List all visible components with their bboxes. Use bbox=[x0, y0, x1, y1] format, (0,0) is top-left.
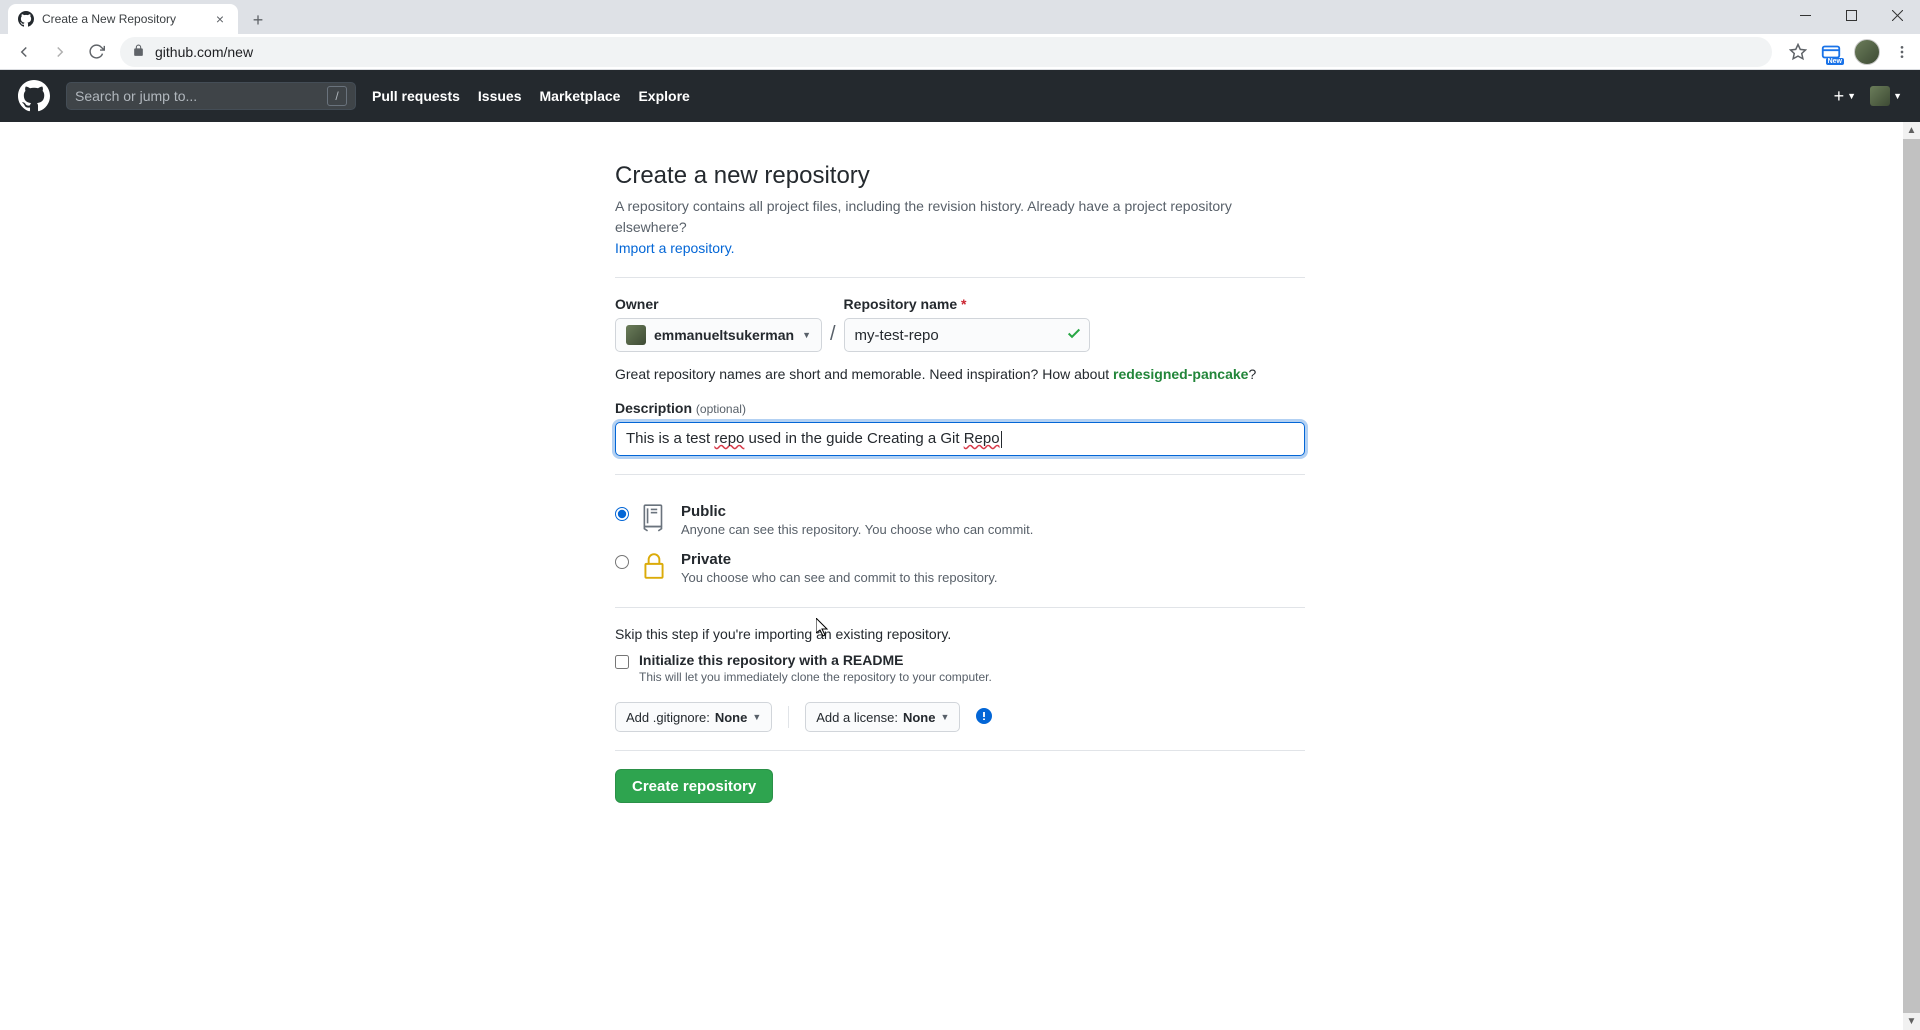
public-title: Public bbox=[681, 503, 1033, 520]
nav-issues[interactable]: Issues bbox=[478, 88, 522, 104]
nav-marketplace[interactable]: Marketplace bbox=[540, 88, 621, 104]
readme-title: Initialize this repository with a README bbox=[639, 652, 992, 668]
search-input[interactable]: Search or jump to... / bbox=[66, 82, 356, 110]
back-button[interactable] bbox=[8, 36, 40, 68]
divider bbox=[788, 706, 789, 728]
url-text: github.com/new bbox=[155, 44, 253, 60]
user-avatar bbox=[1870, 86, 1890, 106]
extension-badge-label: New bbox=[1826, 58, 1844, 65]
chevron-down-icon: ▼ bbox=[1847, 91, 1856, 101]
browser-tab[interactable]: Create a New Repository × bbox=[8, 4, 238, 34]
description-label: Description (optional) bbox=[615, 400, 1305, 416]
extension-icon[interactable]: New bbox=[1820, 41, 1842, 63]
readme-subtitle: This will let you immediately clone the … bbox=[639, 670, 992, 684]
owner-name: emmanueltsukerman bbox=[654, 327, 794, 343]
readme-checkbox[interactable] bbox=[615, 655, 629, 669]
plus-icon: + bbox=[1834, 86, 1845, 107]
repo-public-icon bbox=[641, 503, 669, 536]
scroll-up-icon[interactable]: ▲ bbox=[1903, 122, 1920, 139]
create-new-menu[interactable]: + ▼ bbox=[1834, 86, 1856, 107]
license-dropdown[interactable]: Add a license: None ▼ bbox=[805, 702, 960, 732]
forward-button[interactable] bbox=[44, 36, 76, 68]
page-title: Create a new repository bbox=[615, 162, 1305, 190]
browser-profile-avatar[interactable] bbox=[1854, 39, 1880, 65]
chevron-down-icon: ▼ bbox=[802, 330, 811, 340]
owner-label: Owner bbox=[615, 296, 822, 312]
private-subtitle: You choose who can see and commit to thi… bbox=[681, 570, 998, 585]
new-tab-button[interactable]: + bbox=[244, 6, 272, 34]
lock-icon bbox=[132, 44, 145, 60]
nav-explore[interactable]: Explore bbox=[638, 88, 689, 104]
public-radio[interactable] bbox=[615, 507, 629, 521]
repo-private-icon bbox=[641, 551, 669, 584]
path-separator: / bbox=[830, 323, 836, 352]
scrollbar[interactable]: ▲ ▼ bbox=[1903, 122, 1920, 1030]
window-maximize-button[interactable] bbox=[1828, 0, 1874, 30]
visibility-private-option[interactable]: Private You choose who can see and commi… bbox=[615, 541, 1305, 589]
chevron-down-icon: ▼ bbox=[752, 712, 761, 722]
chevron-down-icon: ▼ bbox=[940, 712, 949, 722]
search-placeholder: Search or jump to... bbox=[75, 88, 319, 104]
scroll-thumb[interactable] bbox=[1903, 139, 1920, 1013]
repo-name-label: Repository name * bbox=[844, 296, 1090, 312]
private-radio[interactable] bbox=[615, 555, 629, 569]
github-favicon bbox=[18, 11, 34, 27]
nav-pull-requests[interactable]: Pull requests bbox=[372, 88, 460, 104]
user-menu[interactable]: ▼ bbox=[1870, 86, 1902, 106]
browser-menu-icon[interactable] bbox=[1892, 42, 1912, 62]
owner-select[interactable]: emmanueltsukerman ▼ bbox=[615, 318, 822, 352]
import-repo-link[interactable]: Import a repository. bbox=[615, 240, 735, 256]
browser-address-bar: github.com/new New bbox=[0, 34, 1920, 70]
bookmark-star-icon[interactable] bbox=[1788, 42, 1808, 62]
scroll-down-icon[interactable]: ▼ bbox=[1903, 1013, 1920, 1030]
reload-button[interactable] bbox=[80, 36, 112, 68]
github-header: Search or jump to... / Pull requests Iss… bbox=[0, 70, 1920, 122]
check-icon bbox=[1066, 326, 1082, 345]
suggested-name-link[interactable]: redesigned-pancake bbox=[1113, 366, 1248, 382]
page-subtitle: A repository contains all project files,… bbox=[615, 196, 1305, 259]
private-title: Private bbox=[681, 551, 998, 568]
repo-name-input[interactable] bbox=[844, 318, 1090, 352]
owner-avatar bbox=[626, 325, 646, 345]
browser-tab-bar: Create a New Repository × + bbox=[0, 0, 1920, 34]
chevron-down-icon: ▼ bbox=[1893, 91, 1902, 101]
url-input[interactable]: github.com/new bbox=[120, 37, 1772, 67]
visibility-public-option[interactable]: Public Anyone can see this repository. Y… bbox=[615, 493, 1305, 541]
window-close-button[interactable] bbox=[1874, 0, 1920, 30]
readme-checkbox-row[interactable]: Initialize this repository with a README… bbox=[615, 652, 1305, 684]
create-repository-button[interactable]: Create repository bbox=[615, 769, 773, 803]
gitignore-dropdown[interactable]: Add .gitignore: None ▼ bbox=[615, 702, 772, 732]
window-minimize-button[interactable] bbox=[1782, 0, 1828, 30]
public-subtitle: Anyone can see this repository. You choo… bbox=[681, 522, 1033, 537]
tab-title: Create a New Repository bbox=[42, 12, 204, 26]
init-note: Skip this step if you're importing an ex… bbox=[615, 626, 1305, 642]
description-input[interactable]: This is a test repo used in the guide Cr… bbox=[615, 422, 1305, 456]
slash-key-icon: / bbox=[327, 86, 347, 106]
github-logo-icon[interactable] bbox=[18, 80, 50, 112]
close-tab-icon[interactable]: × bbox=[212, 11, 228, 27]
info-icon[interactable] bbox=[976, 708, 992, 727]
repo-name-hint: Great repository names are short and mem… bbox=[615, 366, 1305, 382]
